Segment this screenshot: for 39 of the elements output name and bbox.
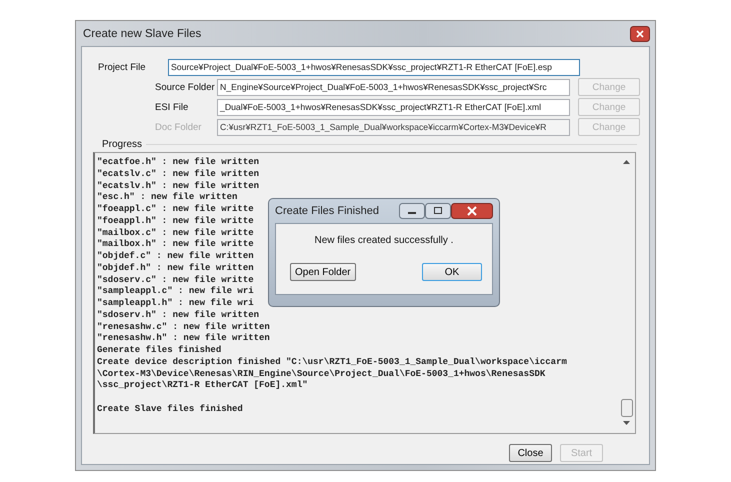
path-field[interactable]: Source¥Project_Dual¥FoE-5003_1+hwos¥RenesasSDK¥ssc_project¥RZT1-R EtherCAT [FoE].esp <box>168 58 580 76</box>
log-line: "sdoserv.c" : new file writte <box>97 274 254 286</box>
log-line: "sampleappl.h" : new file wri <box>97 298 254 310</box>
log-line: "objdef.c" : new file written <box>97 251 254 263</box>
field-label: Project File <box>98 62 147 72</box>
minimize-icon[interactable] <box>399 203 425 219</box>
log-line: "foeappl.c" : new file writte <box>97 204 254 216</box>
ok-button[interactable]: OK <box>422 263 482 281</box>
log-line: Create Slave files finished <box>97 404 243 416</box>
progress-label: Progress <box>102 139 142 150</box>
field-label: ESI File <box>155 102 190 112</box>
log-line: Generate files finished <box>97 345 222 357</box>
field-label: Doc Folder <box>155 122 202 132</box>
log-line: "ecatslv.c" : new file written <box>97 168 260 180</box>
window-title: Create new Slave Files <box>82 28 202 40</box>
log-line: "sdoserv.h" : new file written <box>97 310 260 322</box>
log-line: "mailbox.h" : new file writte <box>97 239 254 251</box>
log-line: "sampleappl.c" : new file wri <box>97 286 254 298</box>
log-line: \Cortex-M3\Device\Renesas\RIN_Engine\Source\Project_Dual\FoE-5003_1+hwos\RenesasSDK <box>97 368 546 380</box>
log-line: "ecatslv.h" : new file written <box>97 180 260 192</box>
close-button[interactable]: Close <box>509 444 552 462</box>
close-icon[interactable] <box>630 26 650 42</box>
log-line: "foeappl.h" : new file writte <box>97 216 254 228</box>
dialog-title: Create Files Finished <box>275 205 380 217</box>
log-line: "mailbox.c" : new file writte <box>97 228 254 239</box>
log-line: Create device description finished "C:\usr\RZT1_FoE-5003_1_Sample_Dual\workspace\iccarm <box>97 356 567 368</box>
log-line: "esc.h" : new file written <box>97 192 238 204</box>
field-label: Source Folder <box>155 82 213 92</box>
log-line: "renesashw.c" : new file written <box>97 322 270 333</box>
dialog-message: New files created successfully . <box>314 235 454 246</box>
path-field[interactable]: _Dual¥FoE-5003_1+hwos¥RenesasSDK¥ssc_project¥RZT1-R EtherCAT [FoE].xml <box>217 98 570 116</box>
open-folder-button[interactable]: Open Folder <box>290 263 356 281</box>
log-line: "objdef.h" : new file written <box>97 262 254 274</box>
log-line: \ssc_project\RZT1-R EtherCAT [FoE].xml" <box>97 380 308 392</box>
path-field[interactable]: N_Engine¥Source¥Project_Dual¥FoE-5003_1+hwos¥RenesasSDK¥ssc_project¥Src <box>217 78 570 96</box>
log-line: "renesashw.h" : new file written <box>97 333 270 345</box>
close-icon[interactable] <box>451 203 493 219</box>
maximize-icon[interactable] <box>425 203 451 219</box>
log-line: "ecatfoe.h" : new file written <box>97 157 260 169</box>
